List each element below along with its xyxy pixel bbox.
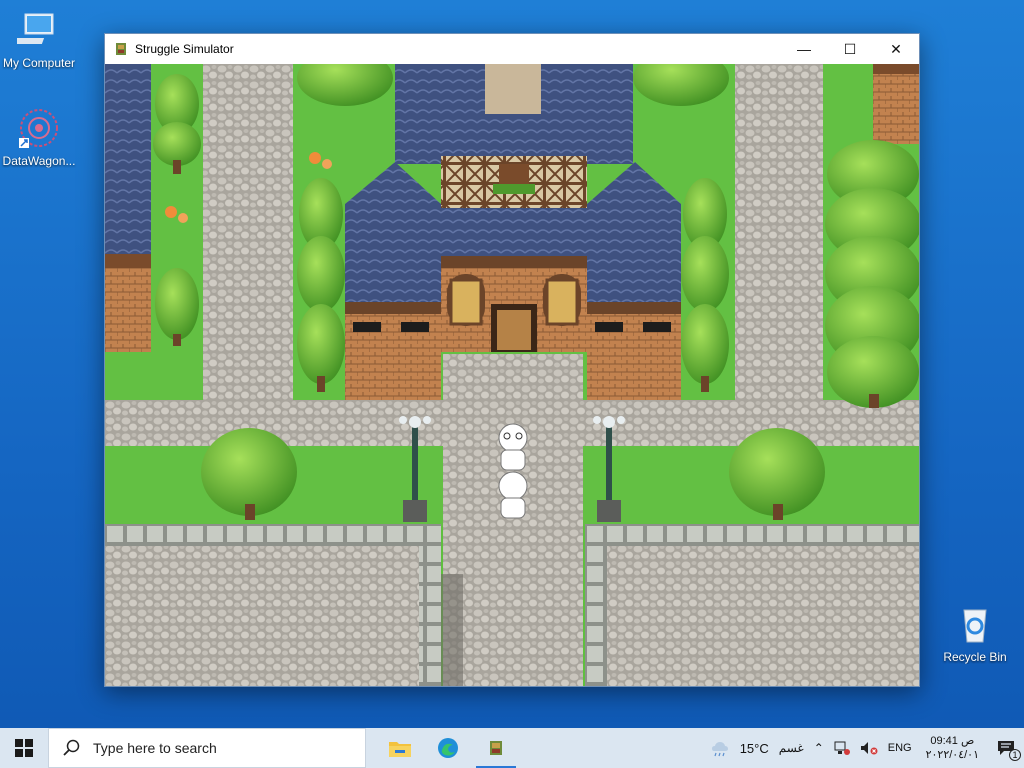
edge-browser-icon [438, 738, 458, 758]
app-icon [116, 43, 126, 55]
computer-icon [9, 8, 61, 52]
desktop-icon-label: My Computer [2, 56, 76, 70]
path-center [443, 354, 583, 686]
desktop-icon-label: Recycle Bin [943, 650, 1007, 664]
clock-date: ٢٠٢٢/٠٤/٠١ [925, 749, 979, 761]
weather-icon[interactable] [710, 739, 730, 757]
desktop-icon-datawagon[interactable]: DataWagon... [0, 106, 78, 168]
player-character [498, 423, 528, 471]
house-right [873, 64, 919, 144]
courtyard-left [105, 546, 419, 686]
datawagon-icon [17, 106, 61, 150]
clock[interactable]: 09:41 ص ٢٠٢٢/٠٤/٠١ [922, 734, 983, 762]
network-icon[interactable] [834, 741, 850, 755]
weather-description[interactable]: غسم [779, 741, 804, 755]
chevron-up-icon[interactable]: ⌃ [814, 741, 824, 755]
search-icon [63, 739, 80, 756]
recycle-bin-icon [953, 602, 997, 646]
notification-count-badge: 1 [1009, 749, 1021, 761]
minimize-button[interactable]: — [781, 34, 827, 64]
windows-logo-icon [15, 739, 33, 757]
taskbar-edge[interactable] [424, 728, 472, 768]
start-button[interactable] [0, 728, 48, 768]
close-button[interactable]: ✕ [873, 34, 919, 64]
language-indicator[interactable]: ENG [888, 742, 912, 754]
courtyard-right [607, 546, 919, 686]
wall-shadow [441, 574, 463, 686]
desktop-icon-label: DataWagon... [2, 154, 76, 168]
maximize-button[interactable]: ☐ [827, 34, 873, 64]
taskbar-struggle-simulator[interactable] [472, 728, 520, 768]
house-left [105, 64, 151, 352]
taskbar: Type here to search 15°C غسم ⌃ ENG 09:41… [0, 728, 1024, 768]
game-app-icon [490, 741, 502, 755]
desktop-icon-my-computer[interactable]: My Computer [0, 8, 78, 70]
path-left [203, 64, 293, 444]
taskbar-file-explorer[interactable] [376, 728, 424, 768]
path-right [735, 64, 823, 444]
game-window[interactable]: Struggle Simulator — ☐ ✕ [104, 33, 920, 687]
notification-center-button[interactable]: 1 [993, 735, 1021, 761]
folder-icon [389, 742, 411, 757]
taskbar-search-input[interactable]: Type here to search [48, 728, 366, 768]
window-title: Struggle Simulator [135, 42, 234, 56]
system-tray: 15°C غسم ⌃ ENG 09:41 ص ٢٠٢٢/٠٤/٠١ 1 [705, 728, 1024, 768]
town-hall-building [345, 64, 681, 400]
game-scene[interactable] [105, 64, 919, 686]
game-viewport[interactable] [105, 64, 919, 686]
follower-character [498, 471, 528, 519]
weather-temperature[interactable]: 15°C [740, 741, 769, 756]
search-placeholder: Type here to search [93, 740, 217, 756]
volume-muted-icon[interactable] [860, 741, 878, 755]
window-titlebar[interactable]: Struggle Simulator — ☐ ✕ [105, 34, 919, 64]
desktop-icon-recycle-bin[interactable]: Recycle Bin [936, 602, 1014, 664]
clock-time: 09:41 ص [930, 735, 975, 747]
